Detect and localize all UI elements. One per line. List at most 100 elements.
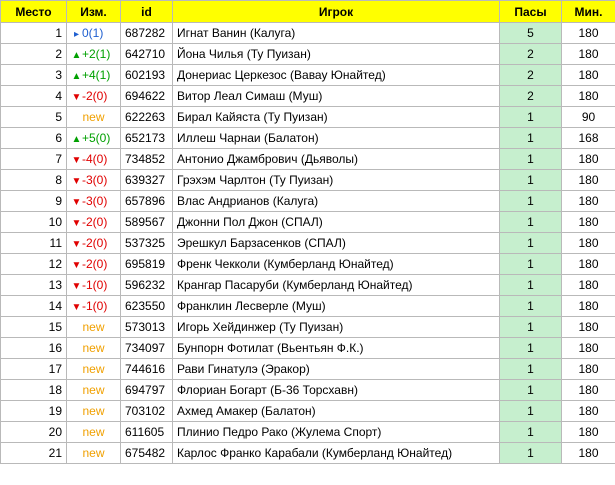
table-row[interactable]: 11 ▼-2(0) 537325 Эрешкул Барзасенков (СПАЛ)…	[0, 232, 615, 254]
change-cell[interactable]: new	[66, 337, 121, 359]
passes-cell[interactable]: 1	[499, 421, 562, 443]
change-cell[interactable]: ▼-2(0)	[66, 211, 121, 233]
table-row[interactable]: 3 ▲+4(1) 602193 Донериас Церкезос (Вавау Юн…	[0, 64, 615, 86]
passes-cell[interactable]: 1	[499, 316, 562, 338]
place-cell[interactable]: 16	[0, 337, 67, 359]
id-cell[interactable]: 744616	[120, 358, 173, 380]
place-cell[interactable]: 18	[0, 379, 67, 401]
table-row[interactable]: 12 ▼-2(0) 695819 Френк Чекколи (Кумберланд …	[0, 253, 615, 275]
minutes-cell[interactable]: 180	[561, 358, 615, 380]
minutes-cell[interactable]: 180	[561, 337, 615, 359]
id-cell[interactable]: 639327	[120, 169, 173, 191]
player-cell[interactable]: Йона Чилья (Ту Пуизан)	[172, 43, 500, 65]
place-cell[interactable]: 15	[0, 316, 67, 338]
passes-cell[interactable]: 1	[499, 253, 562, 275]
table-row[interactable]: 20 new 611605 Плинио Педро Рако (Жулема Спо…	[0, 421, 615, 443]
change-cell[interactable]: new	[66, 421, 121, 443]
change-cell[interactable]: ▼-3(0)	[66, 190, 121, 212]
place-cell[interactable]: 12	[0, 253, 67, 275]
table-row[interactable]: 15 new 573013 Игорь Хейдинжер (Ту Пуизан) 1 1…	[0, 316, 615, 338]
change-cell[interactable]: ▸ 0(1)	[66, 22, 121, 44]
id-cell[interactable]: 589567	[120, 211, 173, 233]
table-row[interactable]: 14 ▼-1(0) 623550 Франклин Лесверле (Муш) 1 18…	[0, 295, 615, 317]
header-player[interactable]: Игрок	[172, 0, 500, 23]
place-cell[interactable]: 3	[0, 64, 67, 86]
place-cell[interactable]: 6	[0, 127, 67, 149]
minutes-cell[interactable]: 180	[561, 442, 615, 464]
player-cell[interactable]: Игнат Ванин (Калуга)	[172, 22, 500, 44]
change-cell[interactable]: ▲+5(0)	[66, 127, 121, 149]
place-cell[interactable]: 10	[0, 211, 67, 233]
passes-cell[interactable]: 1	[499, 106, 562, 128]
table-row[interactable]: 6 ▲+5(0) 652173 Иллеш Чарнаи (Балатон) 1 168	[0, 127, 615, 149]
id-cell[interactable]: 622263	[120, 106, 173, 128]
change-cell[interactable]: new	[66, 106, 121, 128]
place-cell[interactable]: 19	[0, 400, 67, 422]
passes-cell[interactable]: 1	[499, 295, 562, 317]
id-cell[interactable]: 687282	[120, 22, 173, 44]
id-cell[interactable]: 537325	[120, 232, 173, 254]
place-cell[interactable]: 20	[0, 421, 67, 443]
header-minutes[interactable]: Мин.	[561, 0, 615, 23]
minutes-cell[interactable]: 180	[561, 421, 615, 443]
passes-cell[interactable]: 1	[499, 274, 562, 296]
minutes-cell[interactable]: 180	[561, 22, 615, 44]
place-cell[interactable]: 2	[0, 43, 67, 65]
place-cell[interactable]: 4	[0, 85, 67, 107]
id-cell[interactable]: 642710	[120, 43, 173, 65]
table-row[interactable]: 5 new 622263 Бирал Кайяста (Ту Пуизан) 1 90	[0, 106, 615, 128]
id-cell[interactable]: 675482	[120, 442, 173, 464]
table-row[interactable]: 9 ▼-3(0) 657896 Влас Андрианов (Калуга) 1 180	[0, 190, 615, 212]
player-cell[interactable]: Грэхэм Чарлтон (Ту Пуизан)	[172, 169, 500, 191]
minutes-cell[interactable]: 180	[561, 64, 615, 86]
change-cell[interactable]: ▼-2(0)	[66, 253, 121, 275]
id-cell[interactable]: 596232	[120, 274, 173, 296]
passes-cell[interactable]: 2	[499, 85, 562, 107]
passes-cell[interactable]: 1	[499, 442, 562, 464]
passes-cell[interactable]: 2	[499, 43, 562, 65]
table-row[interactable]: 17 new 744616 Рави Гинатулэ (Эракор) 1 180	[0, 358, 615, 380]
player-cell[interactable]: Донериас Церкезос (Вавау Юнайтед)	[172, 64, 500, 86]
table-row[interactable]: 16 new 734097 Бунпорн Фотилат (Вьентьян Ф.К…	[0, 337, 615, 359]
change-cell[interactable]: new	[66, 358, 121, 380]
minutes-cell[interactable]: 180	[561, 85, 615, 107]
place-cell[interactable]: 13	[0, 274, 67, 296]
change-cell[interactable]: ▼-3(0)	[66, 169, 121, 191]
player-cell[interactable]: Плинио Педро Рако (Жулема Спорт)	[172, 421, 500, 443]
change-cell[interactable]: ▼-1(0)	[66, 274, 121, 296]
place-cell[interactable]: 11	[0, 232, 67, 254]
minutes-cell[interactable]: 180	[561, 232, 615, 254]
header-passes[interactable]: Пасы	[499, 0, 562, 23]
id-cell[interactable]: 652173	[120, 127, 173, 149]
table-row[interactable]: 7 ▼-4(0) 734852 Антонио Джамбрович (Дьяволы…	[0, 148, 615, 170]
id-cell[interactable]: 734852	[120, 148, 173, 170]
player-cell[interactable]: Ахмед Амакер (Балатон)	[172, 400, 500, 422]
change-cell[interactable]: new	[66, 400, 121, 422]
player-cell[interactable]: Карлос Франко Карабали (Кумберланд Юнайт…	[172, 442, 500, 464]
minutes-cell[interactable]: 180	[561, 295, 615, 317]
player-cell[interactable]: Витор Леал Симаш (Муш)	[172, 85, 500, 107]
place-cell[interactable]: 14	[0, 295, 67, 317]
minutes-cell[interactable]: 180	[561, 316, 615, 338]
place-cell[interactable]: 21	[0, 442, 67, 464]
minutes-cell[interactable]: 168	[561, 127, 615, 149]
change-cell[interactable]: ▼-1(0)	[66, 295, 121, 317]
minutes-cell[interactable]: 180	[561, 379, 615, 401]
id-cell[interactable]: 602193	[120, 64, 173, 86]
player-cell[interactable]: Флориан Богарт (Б-36 Торсхавн)	[172, 379, 500, 401]
id-cell[interactable]: 657896	[120, 190, 173, 212]
passes-cell[interactable]: 1	[499, 358, 562, 380]
minutes-cell[interactable]: 180	[561, 43, 615, 65]
passes-cell[interactable]: 1	[499, 127, 562, 149]
player-cell[interactable]: Френк Чекколи (Кумберланд Юнайтед)	[172, 253, 500, 275]
table-row[interactable]: 8 ▼-3(0) 639327 Грэхэм Чарлтон (Ту Пуизан) 1…	[0, 169, 615, 191]
place-cell[interactable]: 9	[0, 190, 67, 212]
table-row[interactable]: 18 new 694797 Флориан Богарт (Б-36 Торсхавн…	[0, 379, 615, 401]
table-row[interactable]: 2 ▲+2(1) 642710 Йона Чилья (Ту Пуизан) 2 180	[0, 43, 615, 65]
minutes-cell[interactable]: 180	[561, 148, 615, 170]
change-cell[interactable]: new	[66, 316, 121, 338]
player-cell[interactable]: Иллеш Чарнаи (Балатон)	[172, 127, 500, 149]
table-row[interactable]: 21 new 675482 Карлос Франко Карабали (Кумбе…	[0, 442, 615, 464]
header-change[interactable]: Изм.	[66, 0, 121, 23]
place-cell[interactable]: 7	[0, 148, 67, 170]
